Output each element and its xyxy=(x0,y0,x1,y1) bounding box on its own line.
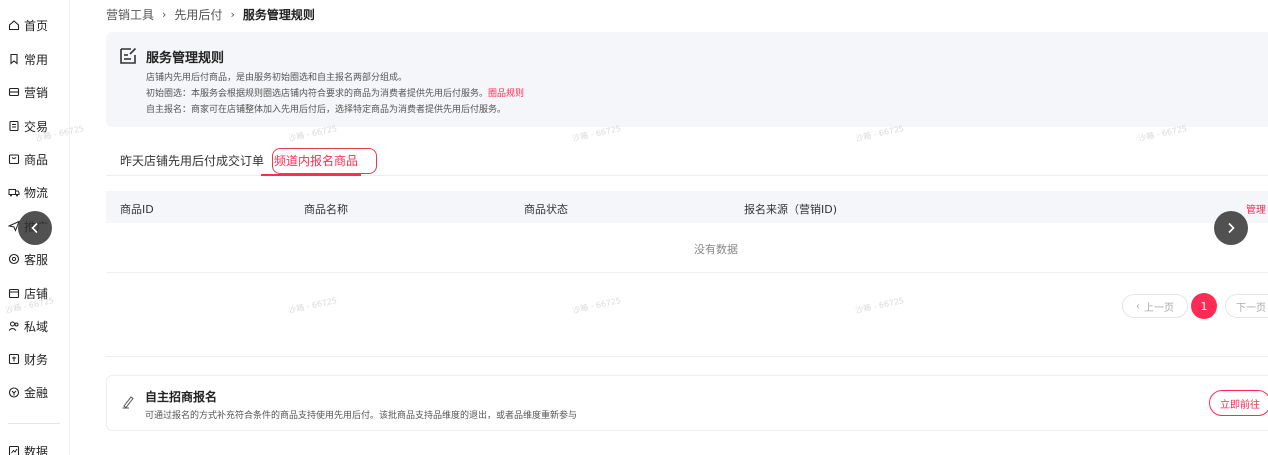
table-empty-state: 没有数据 xyxy=(106,225,1268,273)
banner-description: 店铺内先用后付商品，是由服务初始圈选和自主报名两部分组成。 xyxy=(146,73,408,83)
users-icon xyxy=(8,320,20,332)
tab-yesterday-orders[interactable]: 昨天店铺先用后付成交订单 xyxy=(120,152,264,169)
sidebar-divider xyxy=(8,423,60,424)
coin-icon xyxy=(8,386,20,398)
sidebar-item-label: 首页 xyxy=(24,18,49,33)
column-header-product-name: 商品名称 xyxy=(304,203,348,216)
banner-self-registration: 自主报名：商家可在店铺整体加入先用后付后，选择特定商品为消费者提供先用后付服务。 xyxy=(146,105,507,115)
column-header-registration-source: 报名来源（营销ID) xyxy=(744,203,838,216)
sidebar-item-logistics[interactable]: 物流 xyxy=(8,182,48,202)
breadcrumb-link-pay-later[interactable]: 先用后付 xyxy=(174,6,222,23)
pagination-next-button[interactable]: 下一页 xyxy=(1225,294,1268,318)
column-header-product-status: 商品状态 xyxy=(524,203,568,216)
banner-initial-selection-text: 初始圈选：本服务会根据规则圈选店铺内符合要求的商品为消费者提供先用后付服务。 xyxy=(146,89,489,99)
column-header-manage[interactable]: 管理 xyxy=(1246,201,1266,216)
breadcrumb-link-marketing-tools[interactable]: 营销工具 xyxy=(106,6,154,23)
sidebar-item-trade[interactable]: 交易 xyxy=(8,116,48,136)
pen-icon xyxy=(122,396,134,409)
sidebar-item-marketing[interactable]: 营销 xyxy=(8,82,48,102)
pagination-prev-label: 上一页 xyxy=(1144,302,1174,314)
banner-title: 服务管理规则 xyxy=(146,51,225,66)
finance-icon xyxy=(8,353,20,365)
watermark: 沙箱 - 66725 xyxy=(571,295,622,316)
trade-icon xyxy=(8,120,20,132)
sidebar-item-private-domain[interactable]: 私域 xyxy=(8,316,48,336)
tab-channel-registered-products[interactable]: 频道内报名商品 xyxy=(274,152,358,169)
bookmark-icon xyxy=(8,53,20,65)
sidebar-item-customer-service[interactable]: 客服 xyxy=(8,249,48,269)
sidebar-item-home[interactable]: 首页 xyxy=(8,15,48,35)
sidebar-item-label: 金融 xyxy=(24,385,49,400)
pagination-page-1[interactable]: 1 xyxy=(1191,293,1217,319)
pagination-prev-button[interactable]: ‹ 上一页 xyxy=(1122,294,1188,318)
pagination-next-label: 下一页 xyxy=(1236,302,1266,314)
empty-text: 没有数据 xyxy=(694,242,738,256)
card-description: 可通过报名的方式补充符合条件的商品支持使用先用后付。该批商品支持品维度的退出，或… xyxy=(145,411,578,421)
go-now-button[interactable]: 立即前往 xyxy=(1209,390,1268,416)
banner-initial-selection: 初始圈选：本服务会根据规则圈选店铺内符合要求的商品为消费者提供先用后付服务。圈品… xyxy=(146,86,524,99)
sidebar-item-store[interactable]: 店铺 xyxy=(8,283,48,303)
sidebar-item-label: 客服 xyxy=(24,252,49,267)
home-icon xyxy=(8,19,20,31)
headset-icon xyxy=(8,253,20,265)
sidebar-item-label: 交易 xyxy=(24,119,49,134)
sidebar-item-label: 营销 xyxy=(24,85,49,100)
column-header-product-id: 商品ID xyxy=(120,203,154,216)
tab-active-indicator xyxy=(261,174,361,176)
sidebar-item-frequent[interactable]: 常用 xyxy=(8,49,48,69)
breadcrumb-separator: › xyxy=(162,8,167,21)
chevron-left-icon xyxy=(31,222,38,234)
sidebar-item-product[interactable]: 商品 xyxy=(8,149,48,169)
tab-bar: 昨天店铺先用后付成交订单 频道内报名商品 xyxy=(106,146,1268,176)
sidebar-item-label: 财务 xyxy=(24,352,49,367)
watermark: 沙箱 - 66725 xyxy=(854,295,905,316)
marketing-icon xyxy=(8,86,20,98)
chevron-right-icon xyxy=(1228,222,1235,234)
store-icon xyxy=(8,287,20,299)
carousel-prev-button[interactable] xyxy=(18,211,52,245)
sidebar-item-data[interactable]: 数据 xyxy=(8,441,48,455)
table-header: 商品ID 商品名称 商品状态 报名来源（营销ID) 管理 xyxy=(106,191,1268,223)
breadcrumb: 营销工具 › 先用后付 › 服务管理规则 xyxy=(106,6,315,23)
sidebar-item-banking[interactable]: 金融 xyxy=(8,382,48,402)
selection-rules-link[interactable]: 圈品规则 xyxy=(488,89,524,99)
sidebar-item-label: 私域 xyxy=(24,319,49,334)
chevron-left-icon: ‹ xyxy=(1136,300,1140,312)
data-icon xyxy=(8,445,20,455)
rules-banner: 服务管理规则 店铺内先用后付商品，是由服务初始圈选和自主报名两部分组成。 初始圈… xyxy=(106,32,1268,127)
breadcrumb-separator: › xyxy=(230,8,235,21)
sidebar-item-finance[interactable]: 财务 xyxy=(8,349,48,369)
sidebar-item-label: 数据 xyxy=(24,444,49,455)
sidebar-item-label: 常用 xyxy=(24,52,49,67)
section-divider xyxy=(106,356,1268,357)
edit-document-icon xyxy=(120,47,137,64)
breadcrumb-current: 服务管理规则 xyxy=(242,8,315,22)
sidebar-item-label: 店铺 xyxy=(24,286,49,301)
sidebar-item-label: 商品 xyxy=(24,152,49,167)
product-icon xyxy=(8,153,20,165)
sidebar-item-label: 物流 xyxy=(24,185,49,200)
truck-icon xyxy=(8,186,20,198)
carousel-next-button[interactable] xyxy=(1214,211,1248,245)
self-recruit-card: 自主招商报名 可通过报名的方式补充符合条件的商品支持使用先用后付。该批商品支持品… xyxy=(106,375,1268,431)
watermark: 沙箱 - 66725 xyxy=(287,295,338,316)
card-title: 自主招商报名 xyxy=(145,390,218,404)
